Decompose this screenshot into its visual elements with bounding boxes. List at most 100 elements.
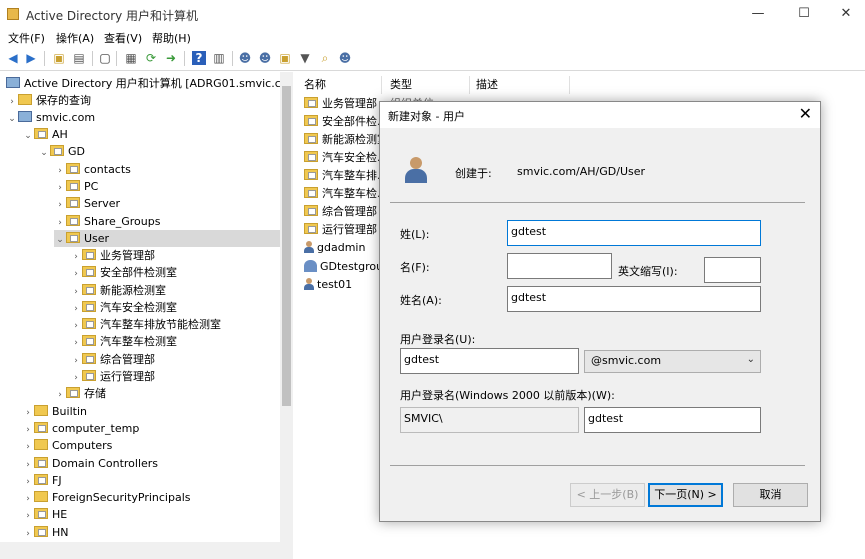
new-ou-icon[interactable]: ▣ <box>278 51 292 65</box>
copy-icon[interactable]: ▢ <box>98 51 112 65</box>
dialog-close-icon[interactable]: ✕ <box>799 104 812 123</box>
list-item[interactable]: gdadmin <box>304 239 365 257</box>
toolbar: ◀ ▶ ▣ ▤ ▢ ▦ ⟳ ➜ ? ▥ ☻ ☻ ▣ ▼ ⌕ ☻ <box>0 47 865 71</box>
tree-item-fj[interactable]: › FJ <box>22 472 62 489</box>
help-icon[interactable]: ? <box>192 51 206 65</box>
find-icon[interactable]: ⌕ <box>318 51 332 65</box>
scrollbar-thumb[interactable] <box>282 86 291 406</box>
export-icon[interactable]: ➜ <box>164 51 178 65</box>
tree-item-storage[interactable]: › 存储 <box>54 385 106 402</box>
column-header-type[interactable]: 类型 <box>384 76 470 94</box>
first-name-field[interactable] <box>507 253 612 279</box>
forward-icon[interactable]: ▶ <box>24 51 38 65</box>
chevron-down-icon[interactable]: ⌄ <box>54 232 66 249</box>
separator <box>390 202 805 203</box>
tree-item-hn[interactable]: › HN <box>22 524 69 541</box>
tree-horizontal-scrollbar[interactable] <box>0 542 293 559</box>
initials-field[interactable] <box>704 257 761 283</box>
upn-suffix-select[interactable]: @smvic.com ⌄ <box>584 350 761 373</box>
chevron-down-icon[interactable]: ⌄ <box>22 128 34 145</box>
column-header-name[interactable]: 名称 <box>298 76 382 94</box>
menu-action[interactable]: 操作(A) <box>56 30 94 46</box>
tree-item-share-groups[interactable]: › Share_Groups <box>54 213 160 230</box>
tree-item-ou[interactable]: › 业务管理部 <box>70 247 155 264</box>
tree-item-domain[interactable]: ⌄ smvic.com <box>6 109 95 126</box>
domain-icon <box>18 111 32 122</box>
tree-item-computers[interactable]: › Computers <box>22 437 112 454</box>
tree-item-he[interactable]: › HE <box>22 506 67 523</box>
ou-icon <box>82 353 96 364</box>
chevron-right-icon[interactable]: › <box>22 508 34 525</box>
logon-name-field[interactable]: gdtest <box>400 348 579 374</box>
chevron-right-icon[interactable]: › <box>70 335 82 352</box>
menu-view[interactable]: 查看(V) <box>104 30 142 46</box>
list-item[interactable]: 业务管理部组织单位 <box>304 95 434 113</box>
full-name-field[interactable]: gdtest <box>507 286 761 312</box>
close-button[interactable]: ✕ <box>826 4 865 24</box>
chevron-down-icon[interactable]: ⌄ <box>38 145 50 162</box>
tree-item-ou[interactable]: › 汽车整车排放节能检测室 <box>70 316 221 333</box>
tree-item-computer-temp[interactable]: › computer_temp <box>22 420 139 437</box>
domain-prefix-field: SMVIC\ <box>400 407 579 433</box>
list-item[interactable]: 综合管理部 <box>304 203 377 221</box>
properties-icon[interactable]: ▦ <box>124 51 138 65</box>
tree-item-foreign-security-principals[interactable]: › ForeignSecurityPrincipals <box>22 489 191 506</box>
tree-item-builtin[interactable]: › Builtin <box>22 403 87 420</box>
tree-item-saved-queries[interactable]: › 保存的查询 <box>6 92 91 109</box>
menu-file[interactable]: 文件(F) <box>8 30 45 46</box>
tree-item-domain-controllers[interactable]: › Domain Controllers <box>22 455 158 472</box>
list-item[interactable]: 汽车整车排... <box>304 167 388 185</box>
tree-item-ou[interactable]: › 汽车整车检测室 <box>70 333 177 350</box>
tree-item-contacts[interactable]: › contacts <box>54 161 131 178</box>
tree-item-ou[interactable]: › 运行管理部 <box>70 368 155 385</box>
list-item[interactable]: 运行管理部 <box>304 221 377 239</box>
list-item[interactable]: 新能源检测室 <box>304 131 388 149</box>
pre2000-logon-field[interactable]: gdtest <box>584 407 761 433</box>
new-user-icon[interactable]: ☻ <box>238 51 252 65</box>
chevron-down-icon: ⌄ <box>746 354 755 365</box>
list-item[interactable]: GDtestgroup <box>304 258 390 276</box>
next-button[interactable]: 下一页(N) > <box>648 483 723 507</box>
cancel-button[interactable]: 取消 <box>733 483 808 507</box>
tree-vertical-scrollbar[interactable] <box>280 72 293 542</box>
chevron-right-icon[interactable]: › <box>22 439 34 456</box>
tree-item-server[interactable]: › Server <box>54 195 120 212</box>
back-icon[interactable]: ◀ <box>6 51 20 65</box>
chevron-right-icon[interactable]: › <box>54 197 66 214</box>
refresh-icon[interactable]: ⟳ <box>144 51 158 65</box>
list-item[interactable]: 汽车整车检... <box>304 185 388 203</box>
back-button[interactable]: < 上一步(B) <box>570 483 645 507</box>
show-tree-icon[interactable]: ▤ <box>72 51 86 65</box>
app-icon <box>7 8 19 20</box>
folder-icon <box>18 94 32 105</box>
chevron-down-icon[interactable]: ⌄ <box>6 111 18 128</box>
tree-item-gd[interactable]: ⌄ GD <box>38 143 85 160</box>
list-item[interactable]: 汽车安全检... <box>304 149 388 167</box>
ou-icon <box>66 197 80 208</box>
list-item[interactable]: test01 <box>304 276 352 294</box>
minimize-button[interactable]: — <box>738 4 778 24</box>
folder-icon <box>34 405 48 416</box>
new-group-icon[interactable]: ☻ <box>258 51 272 65</box>
chevron-right-icon[interactable]: › <box>70 266 82 283</box>
last-name-field[interactable]: gdtest <box>507 220 761 246</box>
list-item[interactable]: 安全部件检... <box>304 113 388 131</box>
tree-root[interactable]: Active Directory 用户和计算机 [ADRG01.smvic.co… <box>6 75 292 92</box>
column-header-description[interactable]: 描述 <box>470 76 570 94</box>
add-to-group-icon[interactable]: ☻ <box>338 51 352 65</box>
created-in-value: smvic.com/AH/GD/User <box>517 165 646 178</box>
tree-item-ou[interactable]: › 综合管理部 <box>70 351 155 368</box>
chevron-right-icon[interactable]: › <box>54 387 66 404</box>
tree-item-ou[interactable]: › 安全部件检测室 <box>70 264 177 281</box>
maximize-button[interactable]: ☐ <box>784 4 824 24</box>
tree-item-ou[interactable]: › 新能源检测室 <box>70 282 166 299</box>
chevron-right-icon[interactable]: › <box>22 526 34 543</box>
tree-item-user[interactable]: ⌄ User <box>54 230 280 247</box>
menu-help[interactable]: 帮助(H) <box>152 30 191 46</box>
tree-item-pc[interactable]: › PC <box>54 178 98 195</box>
filter-icon[interactable]: ▼ <box>298 51 312 65</box>
tree-item-ah[interactable]: ⌄ AH <box>22 126 68 143</box>
console-icon[interactable]: ▥ <box>212 51 226 65</box>
tree-item-ou[interactable]: › 汽车安全检测室 <box>70 299 177 316</box>
up-folder-icon[interactable]: ▣ <box>52 51 66 65</box>
